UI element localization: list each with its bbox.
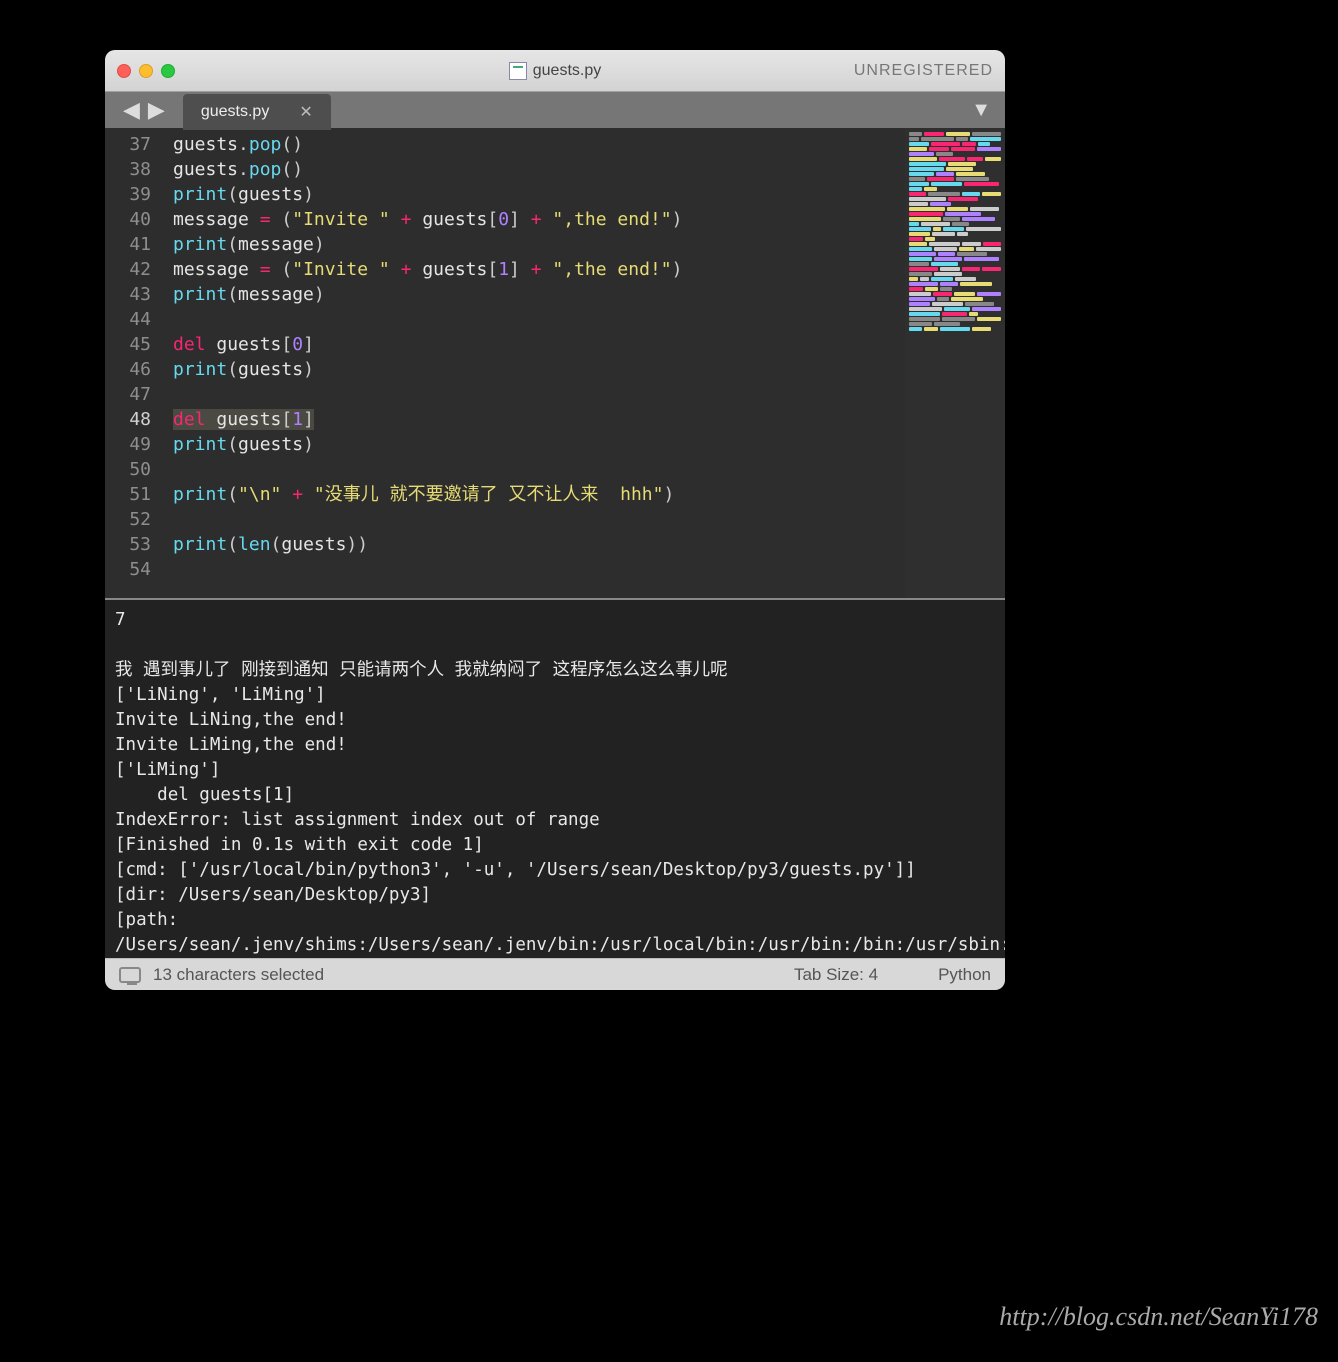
nav-arrows: ◀ ▶ (115, 92, 173, 128)
code-line[interactable]: guests.pop() (173, 132, 905, 157)
line-number: 44 (105, 307, 151, 332)
editor-area: 373839404142434445464748495051525354 gue… (105, 128, 1005, 598)
code-line[interactable]: print(message) (173, 282, 905, 307)
line-number: 48 (105, 407, 151, 432)
code-line[interactable]: print(guests) (173, 182, 905, 207)
line-gutter: 373839404142434445464748495051525354 (105, 132, 159, 598)
code-line[interactable]: message = ("Invite " + guests[0] + ",the… (173, 207, 905, 232)
file-tab[interactable]: guests.py ✕ (183, 94, 331, 130)
code-line[interactable] (173, 382, 905, 407)
line-number: 50 (105, 457, 151, 482)
code-line[interactable] (173, 457, 905, 482)
tab-dropdown-icon[interactable]: ▼ (957, 92, 1005, 128)
line-number: 52 (105, 507, 151, 532)
registration-status: UNREGISTERED (854, 62, 993, 80)
tab-label: guests.py (201, 103, 269, 121)
editor-window: guests.py UNREGISTERED ◀ ▶ guests.py ✕ ▼… (105, 50, 1005, 990)
code-editor[interactable]: 373839404142434445464748495051525354 gue… (105, 128, 905, 598)
line-number: 43 (105, 282, 151, 307)
code-line[interactable]: print(len(guests)) (173, 532, 905, 557)
tab-bar: ◀ ▶ guests.py ✕ ▼ (105, 92, 1005, 128)
minimap[interactable] (905, 128, 1005, 598)
file-icon (509, 62, 527, 80)
line-number: 49 (105, 432, 151, 457)
code-line[interactable]: print("\n" + "没事儿 就不要邀请了 又不让人来 hhh") (173, 482, 905, 507)
minimize-icon[interactable] (139, 64, 153, 78)
line-number: 40 (105, 207, 151, 232)
line-number: 47 (105, 382, 151, 407)
nav-forward-icon[interactable]: ▶ (148, 97, 165, 123)
close-icon[interactable] (117, 64, 131, 78)
line-number: 41 (105, 232, 151, 257)
line-number: 38 (105, 157, 151, 182)
line-number: 37 (105, 132, 151, 157)
code-line[interactable]: message = ("Invite " + guests[1] + ",the… (173, 257, 905, 282)
build-output[interactable]: 7 我 遇到事儿了 刚接到通知 只能请两个人 我就纳闷了 这程序怎么这么事儿呢 … (105, 598, 1005, 958)
code-line[interactable] (173, 557, 905, 582)
status-tabsize[interactable]: Tab Size: 4 (794, 965, 878, 985)
tab-close-icon[interactable]: ✕ (299, 102, 312, 122)
line-number: 53 (105, 532, 151, 557)
status-bar: 13 characters selected Tab Size: 4 Pytho… (105, 958, 1005, 990)
line-number: 54 (105, 557, 151, 582)
code-line[interactable]: del guests[0] (173, 332, 905, 357)
titlebar: guests.py UNREGISTERED (105, 50, 1005, 92)
title-text: guests.py (533, 62, 601, 80)
code-line[interactable] (173, 507, 905, 532)
code-line[interactable]: print(guests) (173, 432, 905, 457)
code-line[interactable]: guests.pop() (173, 157, 905, 182)
line-number: 42 (105, 257, 151, 282)
console-icon[interactable] (119, 967, 141, 983)
watermark: http://blog.csdn.net/SeanYi178 (999, 1302, 1318, 1332)
window-controls (117, 64, 175, 78)
line-number: 51 (105, 482, 151, 507)
code-content[interactable]: guests.pop()guests.pop()print(guests)mes… (159, 132, 905, 598)
status-selection: 13 characters selected (153, 965, 794, 985)
code-line[interactable] (173, 307, 905, 332)
status-syntax[interactable]: Python (938, 965, 991, 985)
code-line[interactable]: print(message) (173, 232, 905, 257)
nav-back-icon[interactable]: ◀ (123, 97, 140, 123)
line-number: 46 (105, 357, 151, 382)
maximize-icon[interactable] (161, 64, 175, 78)
code-line[interactable]: del guests[1] (173, 407, 905, 432)
code-line[interactable]: print(guests) (173, 357, 905, 382)
line-number: 45 (105, 332, 151, 357)
line-number: 39 (105, 182, 151, 207)
